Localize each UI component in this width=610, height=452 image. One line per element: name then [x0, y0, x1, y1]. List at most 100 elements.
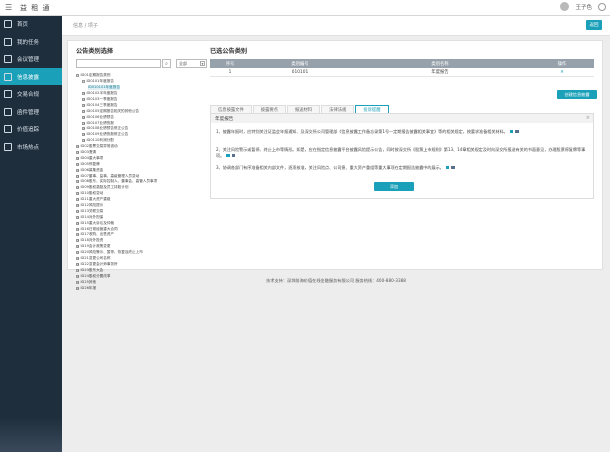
edit-icon[interactable] [509, 129, 514, 133]
collapse-icon[interactable]: - [76, 74, 79, 78]
expand-icon[interactable]: + [82, 133, 85, 137]
menu-icon[interactable]: ☰ [5, 3, 17, 12]
reminder-dialog: 年度报告 × 1、披露年报时，应特别关注证监会年报通知、及深交所公司管理部《信息… [210, 113, 594, 199]
sidebar-item-1[interactable]: 我的任务 [0, 33, 62, 50]
expand-icon[interactable]: + [76, 192, 79, 196]
dialog-title: 年度报告 [215, 116, 234, 122]
tab-2[interactable]: 报送材料 [286, 105, 321, 113]
trade-icon [4, 90, 12, 99]
breadcrumb: 信息 / 项子 [73, 23, 98, 29]
expand-icon[interactable]: + [76, 204, 79, 208]
search-icon[interactable]: ⌕ [162, 59, 171, 68]
sidebar-item-0[interactable]: 首页 [0, 16, 62, 33]
expand-icon[interactable]: + [76, 198, 79, 202]
expand-icon[interactable]: + [76, 227, 79, 231]
expand-icon[interactable]: + [76, 233, 79, 237]
expand-icon[interactable]: + [76, 180, 79, 184]
create-disclosure-button[interactable]: 创建信息披露 [557, 90, 597, 99]
expand-icon[interactable]: + [76, 221, 79, 225]
close-icon[interactable]: × [586, 115, 590, 121]
delete-icon[interactable] [451, 165, 455, 169]
tree-node-label: ID19会计政策变更 [80, 244, 111, 249]
expand-icon[interactable]: + [82, 115, 85, 119]
delete-icon[interactable] [515, 129, 519, 133]
edit-icon[interactable] [445, 165, 450, 169]
expand-icon[interactable]: + [82, 109, 85, 113]
tab-1[interactable]: 披露要点 [252, 105, 286, 113]
expand-icon[interactable]: + [76, 174, 79, 178]
tree-node[interactable]: + ID26年报 [76, 285, 206, 291]
sidebar: 首页我的任务 会议管理 信息披露交易合规函件管理价值追踪市场热点 [0, 16, 62, 452]
sidebar-item-label: 交易合规 [17, 92, 40, 99]
expand-icon[interactable]: + [76, 262, 79, 266]
tree-node-label: ID13关联交易 [80, 208, 104, 213]
expand-icon[interactable]: + [82, 98, 85, 101]
expand-icon[interactable]: + [76, 209, 79, 213]
tree-node-label: ID09股权激励及员工持股计划 [80, 185, 129, 190]
collapse-icon[interactable]: - [82, 80, 85, 84]
back-button[interactable]: 返回 [586, 20, 602, 30]
reminder-text: 1、披露年报时，应特别关注证监会年报通知、及深交所公司管理部《信息披露工作备忘录… [216, 129, 508, 134]
search-input[interactable] [76, 59, 161, 68]
sidebar-item-3[interactable]: 信息披露 [0, 68, 62, 86]
top-bar: ☰ 益 租 通 王子色 [0, 0, 610, 16]
expand-icon[interactable]: + [76, 215, 79, 219]
avatar-icon[interactable] [560, 2, 570, 11]
value-icon [4, 125, 12, 134]
sidebar-item-4[interactable]: 交易合规 [0, 86, 62, 103]
expand-icon[interactable]: + [82, 121, 85, 125]
tree-node-label: ID07董事、监事、高级管理人员变动 [80, 173, 140, 178]
expand-icon[interactable]: + [82, 103, 85, 107]
tree-node-label: ID01定期报告类别 [80, 73, 111, 78]
expand-icon[interactable]: + [76, 186, 79, 190]
sidebar-item-5[interactable]: 函件管理 [0, 103, 62, 120]
expand-icon[interactable]: + [76, 268, 79, 272]
disclosure-icon [4, 72, 12, 81]
power-icon[interactable] [598, 2, 606, 11]
letter-icon [4, 107, 12, 116]
expand-icon[interactable]: + [76, 245, 79, 249]
delete-icon[interactable]: ✕ [530, 68, 594, 76]
sidebar-item-2[interactable]: 会议管理 [0, 51, 62, 68]
home-icon [4, 20, 12, 29]
column-header: 类别编号 [291, 61, 309, 67]
tree-node-label: ID20风险警示、暂停、恢复及终止上市 [80, 250, 143, 255]
expand-icon[interactable]: + [76, 168, 79, 172]
expand-icon[interactable]: + [76, 239, 79, 243]
tree-node-label: ID0102半年度报告 [86, 91, 118, 96]
expand-icon[interactable]: + [82, 92, 85, 96]
sidebar-item-label: 价值追踪 [17, 127, 40, 134]
table-header: 序号 类别编号 类别名称 操作 [210, 59, 594, 68]
expand-icon[interactable]: + [76, 257, 79, 261]
reminder-item: 3、协调各部门有序准备相关内部文件，逐项核准，关注风险点、公司债、重大资产重组等… [216, 165, 588, 171]
table-row: 1 010101 年度报告 ✕ [210, 68, 594, 77]
tab-4[interactable]: 投诉提醒 [355, 105, 389, 113]
tree-node-label: ID03澄清 [80, 150, 97, 155]
expand-icon[interactable]: + [76, 251, 79, 255]
expand-icon[interactable]: + [76, 151, 79, 155]
sidebar-item-7[interactable]: 市场热点 [0, 138, 62, 155]
tree-node-label: ID21变更公司名称 [80, 256, 111, 261]
expand-icon[interactable]: + [76, 156, 79, 160]
expand-icon[interactable]: + [76, 145, 79, 149]
tree-node-label: ID0109业绩快报修正公告 [86, 132, 129, 137]
sidebar-item-label: 首页 [17, 22, 29, 29]
scope-select[interactable]: 全部 ▾ [176, 59, 207, 68]
add-reminder-button[interactable]: 添加 [374, 182, 414, 191]
user-name[interactable]: 王子色 [575, 3, 592, 11]
tab-3[interactable]: 法律法规 [321, 105, 355, 113]
delete-icon[interactable] [231, 153, 236, 157]
expand-icon[interactable]: + [76, 162, 79, 166]
edit-icon[interactable] [226, 153, 230, 157]
sidebar-item-6[interactable]: 价值追踪 [0, 121, 62, 138]
expand-icon[interactable]: + [76, 286, 79, 290]
reminder-item: 1、披露年报时，应特别关注证监会年报通知、及深交所公司管理部《信息披露工作备忘录… [216, 129, 588, 135]
column-header: 类别名称 [431, 61, 449, 67]
tab-0[interactable]: 信息披露文件 [210, 105, 252, 113]
tree-node-label: ID18对外投资 [80, 238, 104, 243]
tree-node-label: ID04重大事项 [80, 155, 104, 160]
reminder-text: 3、协调各部门有序准备相关内部文件，逐项核准，关注风险点、公司债、重大资产重组等… [216, 165, 444, 170]
expand-icon[interactable]: + [82, 127, 85, 131]
expand-icon[interactable]: + [82, 139, 85, 143]
sidebar-item-label: 函件管理 [17, 109, 40, 116]
